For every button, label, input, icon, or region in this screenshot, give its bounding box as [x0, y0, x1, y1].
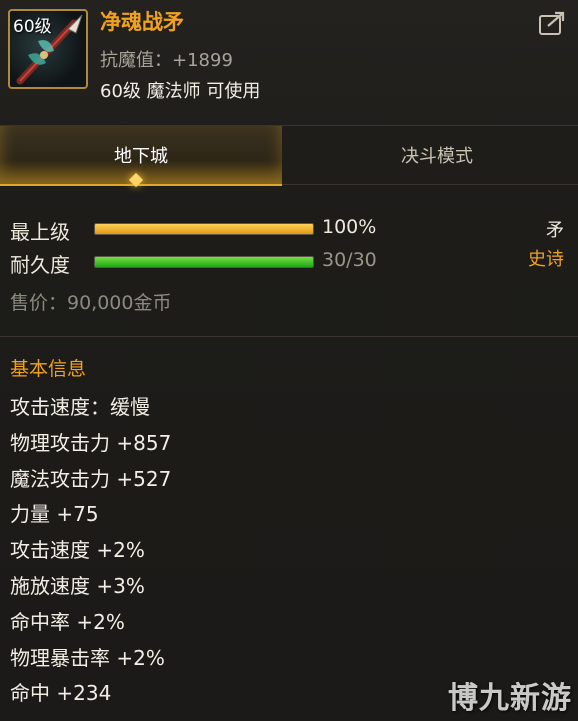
stat-magic-attack: 魔法攻击力 +527 [10, 466, 172, 491]
share-icon [539, 11, 565, 35]
grade-value: 100% [322, 216, 377, 238]
stat-hit-rate: 命中率 +2% [10, 609, 125, 634]
item-tooltip-panel: 60级 净魂战矛 抗魔值：+1899 60级 魔法师 可使用 地下城 决斗模式 … [0, 0, 578, 721]
spear-item-icon[interactable]: 60级 [8, 9, 88, 89]
stat-physical-crit: 物理暴击率 +2% [10, 645, 165, 670]
stat-list: 攻击速度：缓慢 物理攻击力 +857 魔法攻击力 +527 力量 +75 攻击速… [10, 392, 171, 714]
mode-tabs: 地下城 决斗模式 [0, 125, 578, 186]
grade-bar [94, 223, 314, 235]
watermark: 博九新游 [448, 681, 572, 716]
grade-label: 最上级 [10, 220, 70, 244]
tab-dungeon-label: 地下城 [114, 146, 168, 167]
section-divider [0, 336, 578, 337]
durability-value: 30/30 [322, 249, 377, 271]
durability-bar [94, 256, 314, 268]
item-requirement: 60级 魔法师 可使用 [100, 81, 261, 102]
item-type: 矛 [546, 220, 564, 241]
stat-strength: 力量 +75 [10, 502, 99, 527]
stat-cast-speed: 施放速度 +3% [10, 573, 145, 598]
item-name: 净魂战矛 [100, 10, 184, 34]
durability-label: 耐久度 [10, 253, 70, 277]
basic-info-title: 基本信息 [10, 358, 87, 380]
stat-attack-speed-bonus: 攻击速度 +2% [10, 538, 145, 563]
tab-duel-label: 决斗模式 [401, 146, 473, 167]
sell-price: 售价：90,000金币 [10, 292, 172, 314]
grade-bar-fill [95, 224, 313, 234]
durability-bar-fill [95, 257, 313, 267]
stat-attack-speed: 攻击速度：缓慢 [10, 395, 150, 419]
item-resistance: 抗魔值：+1899 [100, 50, 233, 71]
stat-physical-attack: 物理攻击力 +857 [10, 430, 172, 455]
stat-accuracy: 命中 +234 [10, 681, 112, 706]
item-rarity: 史诗 [528, 249, 564, 270]
tab-duel[interactable]: 决斗模式 [296, 126, 578, 184]
item-level-badge: 60级 [13, 17, 52, 37]
share-button[interactable] [538, 10, 566, 36]
